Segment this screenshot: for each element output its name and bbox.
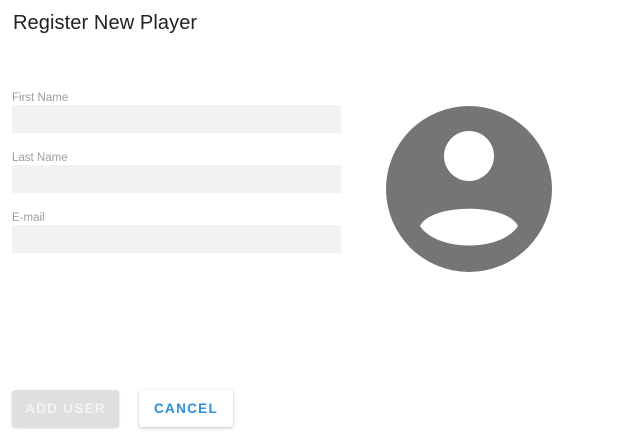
last-name-label: Last Name [12,152,68,164]
add-user-button[interactable]: ADD USER [12,390,119,427]
dialog-title: Register New Player [13,12,198,34]
first-name-field-group: First Name [12,91,341,133]
account-circle-icon [386,106,552,272]
first-name-input[interactable] [12,105,341,133]
avatar[interactable] [386,106,552,272]
first-name-label: First Name [12,92,69,104]
last-name-field-group: Last Name [12,151,341,193]
email-input[interactable] [12,225,341,253]
last-name-input[interactable] [12,165,341,193]
register-player-dialog: Register New Player First Name Last Name… [0,0,623,441]
cancel-button[interactable]: CANCEL [139,390,233,427]
email-field-group: E-mail [12,211,341,253]
email-label: E-mail [12,212,45,224]
